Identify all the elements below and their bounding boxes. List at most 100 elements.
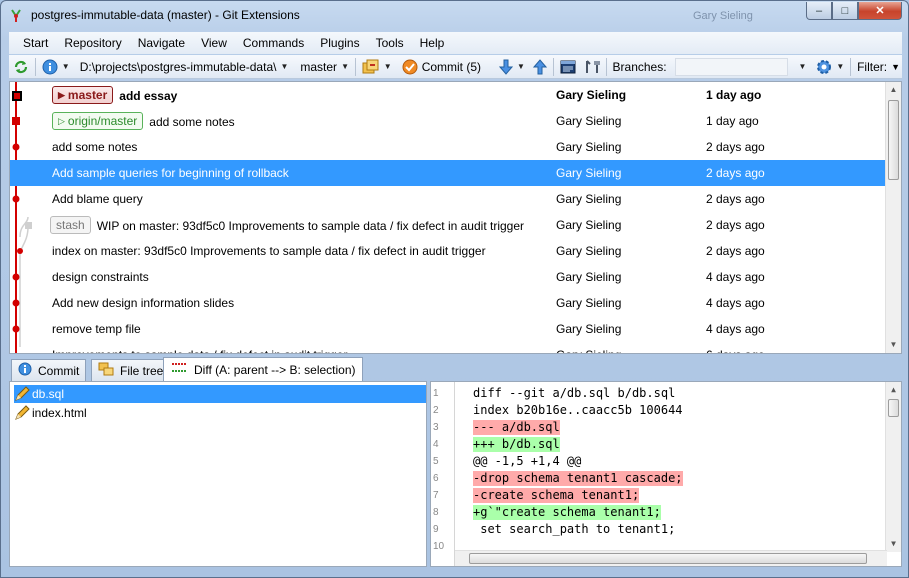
close-button[interactable]: ✕ xyxy=(858,2,902,20)
commit-row[interactable]: index on master: 93df5c0 Improvements to… xyxy=(10,238,886,264)
commit-message: WIP on master: 93df5c0 Improvements to s… xyxy=(96,219,525,233)
commit-row[interactable]: Add sample queries for beginning of roll… xyxy=(10,160,886,186)
close-icon: ✕ xyxy=(875,5,885,17)
commit-author: Gary Sieling xyxy=(556,88,627,102)
branch-dropdown[interactable]: master ▼ xyxy=(298,57,351,77)
menu-start[interactable]: Start xyxy=(15,36,56,50)
commit-message-cell: stash WIP on master: 93df5c0 Improvements… xyxy=(50,216,525,234)
tab-diff[interactable]: Diff (A: parent --> B: selection) xyxy=(163,357,363,381)
chevron-down-icon: ▼ xyxy=(61,62,70,71)
commit-row[interactable]: Improvements to sample data / fix defect… xyxy=(10,342,886,353)
menu-help[interactable]: Help xyxy=(412,36,453,50)
commit-message: add essay xyxy=(119,89,178,103)
commit-row[interactable]: ▶ master add essay Gary Sieling 1 day ago xyxy=(10,82,886,108)
stash-button[interactable]: ▼ xyxy=(360,57,394,77)
line-number: 8 xyxy=(433,507,439,518)
menu-tools[interactable]: Tools xyxy=(368,36,412,50)
graph-scrollbar[interactable]: ▲ ▼ xyxy=(885,82,901,353)
ref-name: origin/master xyxy=(67,114,138,128)
changed-files-list[interactable]: db.sql index.html xyxy=(9,381,427,567)
scroll-up-arrow-icon[interactable]: ▲ xyxy=(886,382,901,398)
file-item-index-html[interactable]: index.html xyxy=(14,404,426,422)
commit-row[interactable]: Add blame query Gary Sieling 2 days ago xyxy=(10,186,886,212)
commit-message-cell: Improvements to sample data / fix defect… xyxy=(52,348,347,353)
refresh-button[interactable] xyxy=(11,57,31,77)
ref-badge-stash[interactable]: stash xyxy=(50,216,91,234)
commit-message: add some notes xyxy=(149,115,235,129)
diff-vertical-thumb[interactable] xyxy=(888,399,899,417)
ref-badge-master[interactable]: ▶ master xyxy=(52,86,114,104)
commit-message: index on master: 93df5c0 Improvements to… xyxy=(52,244,486,258)
commit-date: 2 days ago xyxy=(706,192,765,206)
minimize-icon: – xyxy=(815,4,823,17)
pull-button[interactable]: ▼ xyxy=(497,57,527,77)
file-item-db-sql[interactable]: db.sql xyxy=(14,385,426,403)
commit-message: Add new design information slides xyxy=(52,296,235,310)
diff-horizontal-scrollbar[interactable] xyxy=(455,550,887,566)
commit-message: Add blame query xyxy=(52,192,143,206)
branches-filter-input[interactable] xyxy=(674,57,789,76)
diff-vertical-scrollbar[interactable]: ▲ ▼ xyxy=(885,382,901,552)
branches-filter-dropdown[interactable]: ▼ xyxy=(792,57,808,77)
commit-row[interactable]: add some notes Gary Sieling 2 days ago xyxy=(10,134,886,160)
scroll-down-arrow-icon[interactable]: ▼ xyxy=(886,536,901,552)
minimize-button[interactable]: – xyxy=(806,2,832,20)
diff-icon xyxy=(170,361,188,378)
tab-file-tree[interactable]: File tree xyxy=(91,359,171,381)
tab-commit[interactable]: Commit xyxy=(11,359,87,381)
settings-tools-button[interactable] xyxy=(582,57,602,77)
repository-path-dropdown[interactable]: D:\projects\postgres-immutable-data\ ▼ xyxy=(78,57,291,77)
tab-diff-label: Diff (A: parent --> B: selection) xyxy=(194,362,356,377)
menu-commands[interactable]: Commands xyxy=(235,36,312,50)
commit-date: 1 day ago xyxy=(706,88,762,102)
commit-message: Add sample queries for beginning of roll… xyxy=(52,166,289,180)
ref-name: master xyxy=(67,88,108,102)
graph-scrollbar-thumb[interactable] xyxy=(888,100,899,180)
diff-line-removed: -create schema tenant1; xyxy=(473,488,640,503)
commit-row[interactable]: Add new design information slides Gary Si… xyxy=(10,290,886,316)
repository-path: D:\projects\postgres-immutable-data\ xyxy=(79,59,277,74)
commit-message-cell: index on master: 93df5c0 Improvements to… xyxy=(52,244,486,258)
line-number: 4 xyxy=(433,439,439,450)
commit-row[interactable]: ▷ origin/master add some notes Gary Sieling… xyxy=(10,108,886,134)
commit-date: 4 days ago xyxy=(706,322,765,336)
title-bar[interactable]: postgres-immutable-data (master) - Git E… xyxy=(1,1,908,31)
commit-message: remove temp file xyxy=(52,322,141,336)
menu-plugins[interactable]: Plugins xyxy=(312,36,367,50)
commit-row[interactable]: remove temp file Gary Sieling 4 days ago xyxy=(10,316,886,342)
commit-row[interactable]: design constraints Gary Sieling 4 days ago xyxy=(10,264,886,290)
commit-author: Gary Sieling xyxy=(556,244,622,258)
diff-line-context: diff --git a/db.sql b/db.sql xyxy=(473,386,676,400)
menu-navigate[interactable]: Navigate xyxy=(130,36,193,50)
commit-message-cell: Add blame query xyxy=(52,192,143,206)
commit-author: Gary Sieling xyxy=(556,348,621,353)
ref-badge-origin[interactable]: ▷ origin/master xyxy=(52,112,144,130)
file-name: db.sql xyxy=(32,387,65,401)
menu-view[interactable]: View xyxy=(193,36,235,50)
scroll-up-arrow-icon[interactable]: ▲ xyxy=(886,82,901,98)
toolbar-overflow-button[interactable]: ▼ xyxy=(889,57,902,77)
push-button[interactable] xyxy=(531,57,549,77)
console-button[interactable] xyxy=(558,57,578,77)
maximize-icon: □ xyxy=(841,4,849,17)
menu-repository[interactable]: Repository xyxy=(56,36,129,50)
settings-button[interactable]: ▼ xyxy=(814,57,846,77)
diff-line-removed: -drop schema tenant1 cascade; xyxy=(473,471,683,486)
chevron-down-icon: ▼ xyxy=(280,62,289,71)
commit-author: Gary Sieling xyxy=(556,140,622,154)
commit-author: Gary Sieling xyxy=(556,296,622,310)
commit-row[interactable]: stash WIP on master: 93df5c0 Improvements… xyxy=(10,212,886,238)
chevron-down-icon: ▼ xyxy=(341,62,349,71)
diff-horizontal-thumb[interactable] xyxy=(469,553,867,564)
line-number: 2 xyxy=(433,405,439,416)
diff-viewer[interactable]: 1 2 3 4 5 6 7 8 9 10 diff --git a/db.sql b/db.sql… xyxy=(430,381,902,567)
current-branch: master xyxy=(300,59,338,74)
commit-date: 2 days ago xyxy=(706,244,765,258)
maximize-button[interactable]: □ xyxy=(832,2,858,20)
scroll-down-arrow-icon[interactable]: ▼ xyxy=(886,337,901,353)
commit-author: Gary Sieling xyxy=(556,270,622,284)
repository-dropdown[interactable]: ▼ xyxy=(40,57,72,77)
revision-graph[interactable]: ▶ master add essay Gary Sieling 1 day ago ▷ or… xyxy=(9,81,902,354)
line-number: 1 xyxy=(433,388,439,399)
commit-button[interactable]: Commit (5) xyxy=(400,57,483,77)
